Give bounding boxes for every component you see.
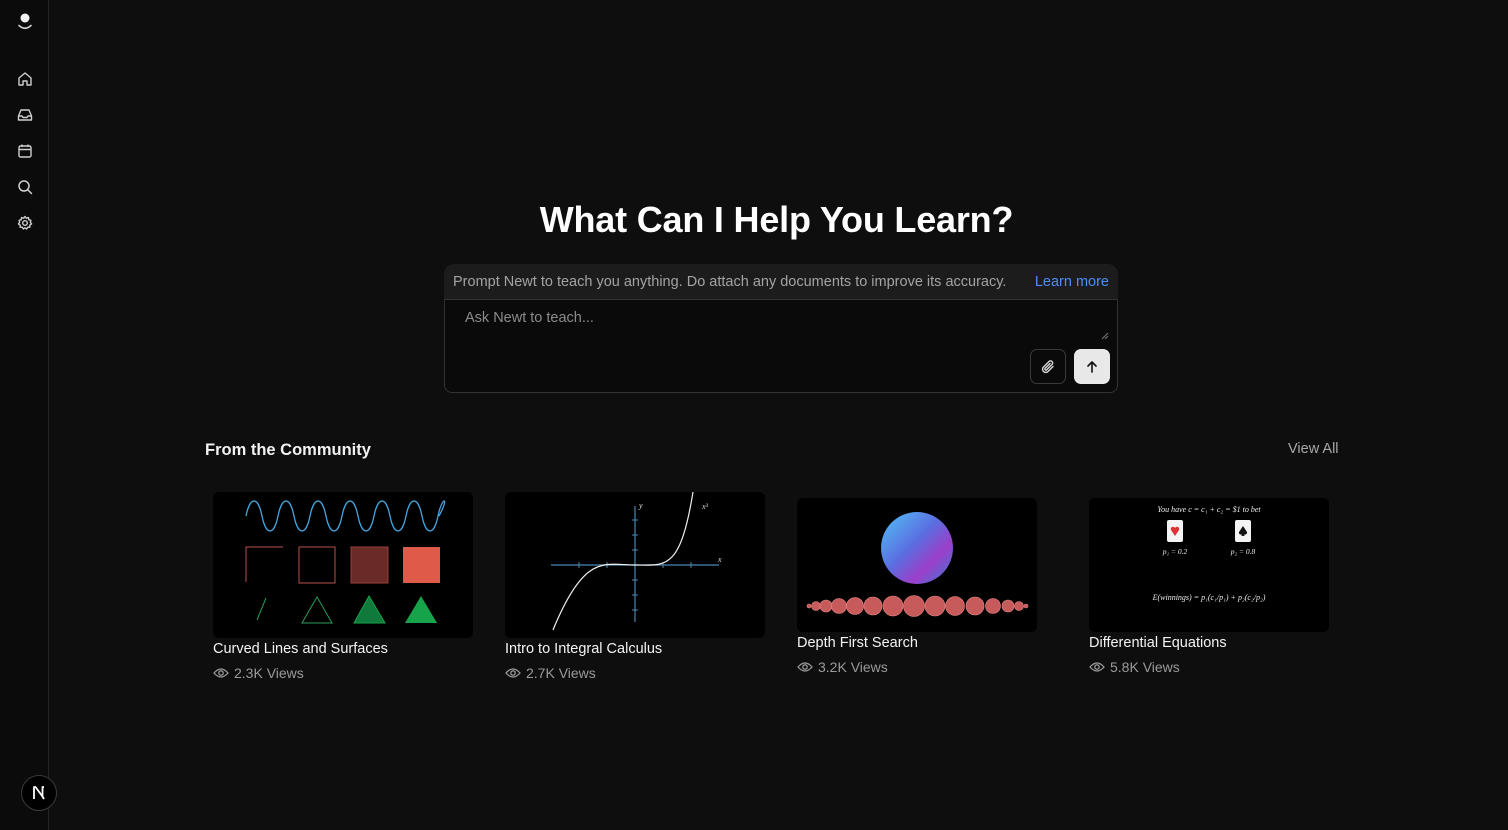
card-views: 2.3K Views bbox=[213, 665, 304, 681]
newt-logo-icon[interactable] bbox=[14, 10, 36, 34]
card-title: Depth First Search bbox=[797, 635, 918, 651]
eye-icon bbox=[213, 668, 229, 678]
card-thumbnail: You have c = c₁ + c₂ = $1 to bet p₁ = 0.… bbox=[1089, 498, 1329, 632]
card-views-count: 3.2K Views bbox=[818, 659, 888, 675]
community-card[interactable]: Curved Lines and Surfaces 2.3K Views bbox=[213, 492, 473, 682]
prompt-input-container bbox=[444, 299, 1118, 393]
home-icon[interactable] bbox=[14, 68, 36, 90]
calc-x-label: x bbox=[717, 555, 722, 564]
search-icon[interactable] bbox=[14, 176, 36, 198]
calc-y-label: y bbox=[638, 501, 643, 510]
send-button[interactable] bbox=[1074, 349, 1110, 384]
card-thumbnail bbox=[797, 498, 1037, 632]
prob-p1-label: p₁ = 0.2 bbox=[1162, 547, 1188, 556]
arrow-up-icon bbox=[1087, 360, 1097, 373]
prob-intro-text: You have c = c₁ + c₂ = $1 to bet bbox=[1157, 505, 1261, 514]
resize-handle-icon[interactable] bbox=[1101, 332, 1109, 340]
card-views: 5.8K Views bbox=[1089, 659, 1180, 675]
community-card[interactable]: You have c = c₁ + c₂ = $1 to bet p₁ = 0.… bbox=[1089, 498, 1329, 678]
card-title: Curved Lines and Surfaces bbox=[213, 641, 388, 657]
card-thumbnail bbox=[213, 492, 473, 638]
card-views-count: 2.7K Views bbox=[526, 665, 596, 681]
eye-icon bbox=[1089, 662, 1105, 672]
card-views: 2.7K Views bbox=[505, 665, 596, 681]
prob-p2-label: p₂ = 0.8 bbox=[1230, 547, 1256, 556]
gear-icon[interactable] bbox=[14, 212, 36, 234]
inbox-icon[interactable] bbox=[14, 104, 36, 126]
prompt-input[interactable] bbox=[453, 308, 1109, 342]
sidebar bbox=[0, 0, 57, 830]
page-title: What Can I Help You Learn? bbox=[539, 199, 1014, 240]
calc-fn-label: x³ bbox=[701, 502, 709, 511]
view-all-link[interactable]: View All bbox=[1288, 441, 1339, 457]
prob-equation: E(winnings) = p₁(c₁/p₁) + p₂(c₂/p₂) bbox=[1152, 593, 1266, 602]
eye-icon bbox=[505, 668, 521, 678]
community-card[interactable]: Depth First Search 3.2K Views bbox=[797, 498, 1037, 678]
card-thumbnail: y x x³ bbox=[505, 492, 765, 638]
community-section-title: From the Community bbox=[205, 441, 371, 459]
prompt-info-bar: Prompt Newt to teach you anything. Do at… bbox=[444, 264, 1118, 300]
prompt-box: Prompt Newt to teach you anything. Do at… bbox=[444, 264, 1118, 393]
attach-button[interactable] bbox=[1030, 349, 1066, 384]
card-views-count: 5.8K Views bbox=[1110, 659, 1180, 675]
card-title: Differential Equations bbox=[1089, 635, 1227, 651]
card-title: Intro to Integral Calculus bbox=[505, 641, 663, 657]
calendar-icon[interactable] bbox=[14, 140, 36, 162]
main-content: What Can I Help You Learn? Prompt Newt t… bbox=[49, 0, 1508, 830]
prompt-info-text: Prompt Newt to teach you anything. Do at… bbox=[453, 274, 1007, 290]
card-views-count: 2.3K Views bbox=[234, 665, 304, 681]
learn-more-link[interactable]: Learn more bbox=[1035, 274, 1109, 290]
card-views: 3.2K Views bbox=[797, 659, 888, 675]
community-card[interactable]: y x x³ Intro to Integral Calculus 2.7K V… bbox=[505, 492, 765, 682]
eye-icon bbox=[797, 662, 813, 672]
paperclip-icon bbox=[1041, 359, 1054, 373]
